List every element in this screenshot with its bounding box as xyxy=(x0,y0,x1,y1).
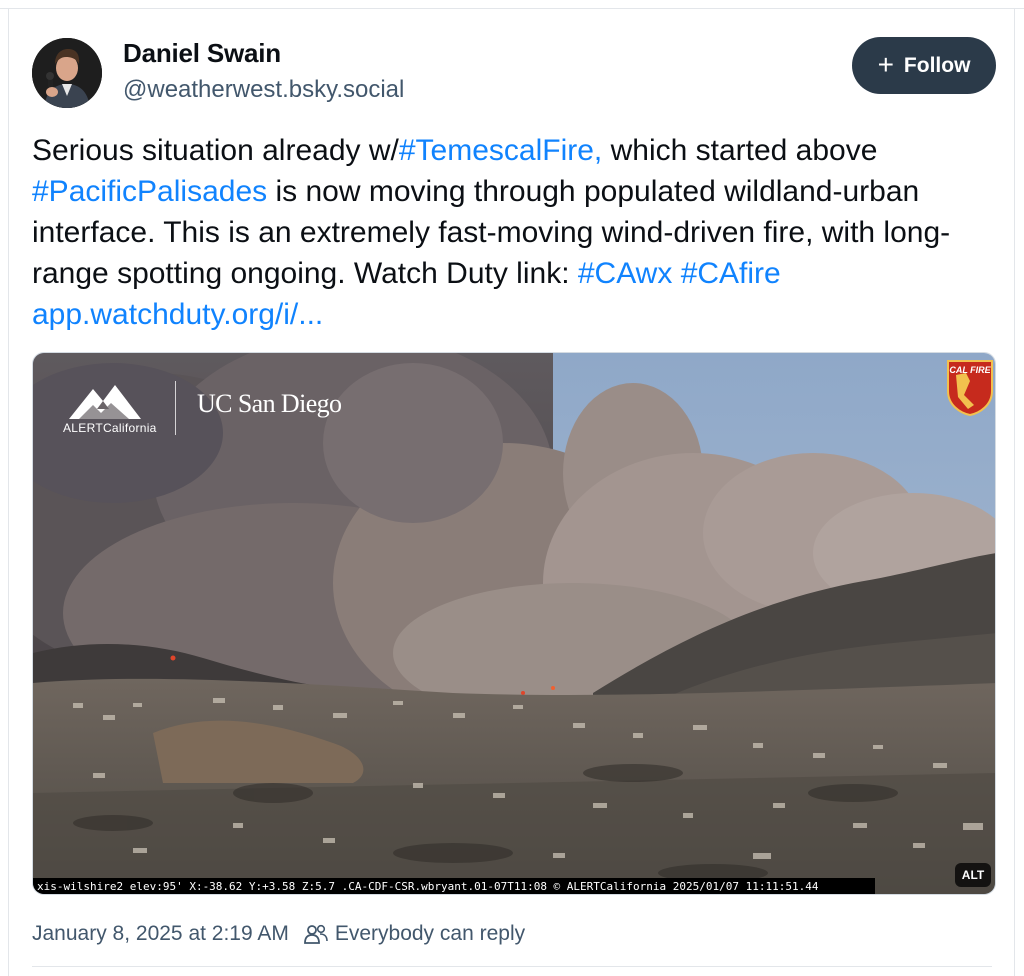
follow-button[interactable]: + Follow xyxy=(852,37,996,94)
avatar-image xyxy=(32,38,102,108)
reply-setting[interactable]: Everybody can reply xyxy=(335,922,525,946)
post-text-segment xyxy=(672,257,680,290)
camera-caption: xis-wilshire2 elev:95' X:-38.62 Y:+3.58 … xyxy=(33,878,875,894)
card-bottom-divider xyxy=(32,966,992,967)
card-right-border xyxy=(1014,8,1015,976)
wildfire-scene xyxy=(33,353,995,894)
post-text: Serious situation already w/#TemescalFir… xyxy=(32,130,992,335)
plus-icon: + xyxy=(877,48,894,80)
post-text-segment: Serious situation already w/ xyxy=(32,134,399,167)
alertcalifornia-text: ALERTCalifornia xyxy=(63,421,157,435)
author-handle[interactable]: @weatherwest.bsky.social xyxy=(123,76,404,104)
card-left-border xyxy=(8,8,9,976)
post-link[interactable]: #CAfire xyxy=(681,257,781,290)
author-name[interactable]: Daniel Swain xyxy=(123,38,281,69)
post-link[interactable]: #PacificPalisades xyxy=(32,175,267,208)
alt-text-button[interactable]: ALT xyxy=(955,863,991,887)
post-text-segment: which started above xyxy=(602,134,878,167)
post-timestamp[interactable]: January 8, 2025 at 2:19 AM xyxy=(32,922,289,946)
post-link[interactable]: app.watchduty.org/i/... xyxy=(32,298,323,331)
avatar[interactable] xyxy=(32,38,102,108)
cal-fire-badge: CAL FIRE xyxy=(947,360,993,417)
watermark-divider xyxy=(175,381,176,435)
post-link[interactable]: #TemescalFire, xyxy=(399,134,602,167)
follow-button-label: Follow xyxy=(903,53,971,77)
cal-fire-badge-text: CAL FIRE xyxy=(949,365,991,375)
alertcalifornia-logo xyxy=(69,385,141,419)
post-image[interactable]: ALERTCalifornia UC San Diego CAL FIRE xi… xyxy=(32,352,996,895)
ucsd-logo: UC San Diego xyxy=(197,389,342,418)
card-top-border xyxy=(0,8,1024,9)
post-link[interactable]: #CAwx xyxy=(578,257,672,290)
post-meta: January 8, 2025 at 2:19 AM Everybody can… xyxy=(32,922,525,946)
people-icon xyxy=(303,924,328,944)
